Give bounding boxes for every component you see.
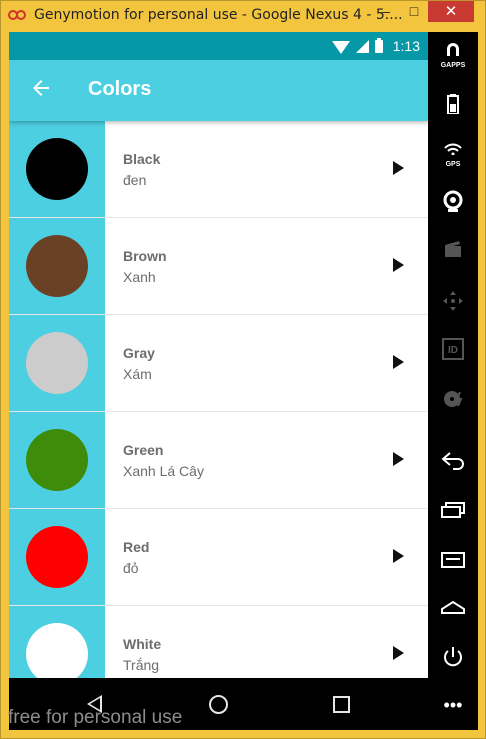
menu-icon xyxy=(441,552,465,568)
status-time: 1:13 xyxy=(392,38,420,54)
battery-icon xyxy=(447,94,459,115)
play-icon[interactable] xyxy=(393,646,404,660)
nav-recents-icon[interactable] xyxy=(333,696,350,713)
recent-apps-icon xyxy=(441,502,465,518)
back-icon xyxy=(441,452,464,470)
device-screen: 1:13 Colors Black đen Brown Xanh Gray Xá… xyxy=(9,32,428,678)
play-icon[interactable] xyxy=(393,549,404,563)
window-title: Genymotion for personal use - Google Nex… xyxy=(34,7,403,23)
clapperboard-icon xyxy=(445,241,461,257)
play-icon[interactable] xyxy=(393,161,404,175)
more-icon: ••• xyxy=(443,695,463,715)
color-translation: Xanh xyxy=(123,269,156,285)
sensor-button[interactable] xyxy=(428,388,478,415)
minimize-button[interactable]: – xyxy=(372,1,400,22)
battery-icon xyxy=(374,37,383,53)
power-icon xyxy=(444,647,462,667)
color-swatch xyxy=(26,235,88,297)
color-name: Red xyxy=(123,539,150,555)
page-title: Colors xyxy=(88,78,152,100)
genymotion-logo-icon xyxy=(8,10,26,20)
gapps-label: GAPPS xyxy=(440,62,466,69)
webcam-icon xyxy=(443,190,463,212)
nav-home-icon[interactable] xyxy=(209,695,228,714)
swatch-cell xyxy=(9,218,105,314)
color-swatch xyxy=(26,332,88,394)
color-name: Brown xyxy=(123,248,167,264)
arrow-back-icon[interactable] xyxy=(29,76,53,100)
play-icon[interactable] xyxy=(393,452,404,466)
gapps-icon xyxy=(447,43,459,56)
window-titlebar[interactable]: Genymotion for personal use - Google Nex… xyxy=(1,1,486,31)
recent-apps-button[interactable] xyxy=(428,502,478,523)
color-translation: đỏ xyxy=(123,560,139,576)
status-bar: 1:13 xyxy=(9,32,428,60)
list-item[interactable]: Gray Xám xyxy=(9,315,428,412)
list-item[interactable]: White Trắng xyxy=(9,606,428,678)
color-name: White xyxy=(123,636,162,652)
battery-button[interactable] xyxy=(428,94,478,119)
emulator-toolbar: GAPPS GPS ID ••• xyxy=(428,32,478,730)
swatch-cell xyxy=(9,509,105,605)
cell-signal-icon xyxy=(355,39,369,53)
color-swatch xyxy=(26,429,88,491)
watermark-text: free for personal use xyxy=(8,707,183,728)
id-label: ID xyxy=(448,345,458,356)
color-swatch xyxy=(26,138,88,200)
color-list: Black đen Brown Xanh Gray Xám Green Xanh… xyxy=(9,121,428,678)
capture-button[interactable] xyxy=(428,240,478,263)
gps-label: GPS xyxy=(445,161,461,168)
dpad-icon xyxy=(443,291,463,311)
home-button[interactable] xyxy=(428,600,478,619)
more-button[interactable]: ••• xyxy=(428,696,478,714)
swatch-cell xyxy=(9,315,105,411)
gps-button[interactable]: GPS xyxy=(428,142,478,168)
home-icon xyxy=(441,600,465,614)
close-button[interactable]: ✕ xyxy=(428,1,474,22)
color-swatch xyxy=(26,623,88,678)
back-button[interactable] xyxy=(428,452,478,475)
color-translation: Xám xyxy=(123,366,152,382)
swatch-cell xyxy=(9,606,105,678)
color-name: Green xyxy=(123,442,164,458)
camera-button[interactable] xyxy=(428,190,478,217)
dpad-button[interactable] xyxy=(428,290,478,317)
color-translation: Xanh Lá Cây xyxy=(123,463,204,479)
list-item[interactable]: Brown Xanh xyxy=(9,218,428,315)
device-id-button[interactable]: ID xyxy=(428,338,478,365)
gps-icon xyxy=(444,143,462,156)
app-bar: Colors xyxy=(9,60,428,121)
play-icon[interactable] xyxy=(393,355,404,369)
swatch-cell xyxy=(9,412,105,508)
list-item[interactable]: Black đen xyxy=(9,121,428,218)
gapps-button[interactable]: GAPPS xyxy=(428,42,478,69)
maximize-button[interactable]: □ xyxy=(400,1,428,22)
color-name: Gray xyxy=(123,345,155,361)
play-icon[interactable] xyxy=(393,258,404,272)
color-translation: đen xyxy=(123,172,147,188)
list-item[interactable]: Green Xanh Lá Cây xyxy=(9,412,428,509)
disk-icon xyxy=(444,391,463,407)
menu-button[interactable] xyxy=(428,552,478,573)
list-item[interactable]: Red đỏ xyxy=(9,509,428,606)
wifi-icon xyxy=(331,40,350,54)
color-translation: Trắng xyxy=(123,657,160,673)
color-swatch xyxy=(26,526,88,588)
color-name: Black xyxy=(123,151,161,167)
swatch-cell xyxy=(9,121,105,217)
power-button[interactable] xyxy=(428,646,478,673)
